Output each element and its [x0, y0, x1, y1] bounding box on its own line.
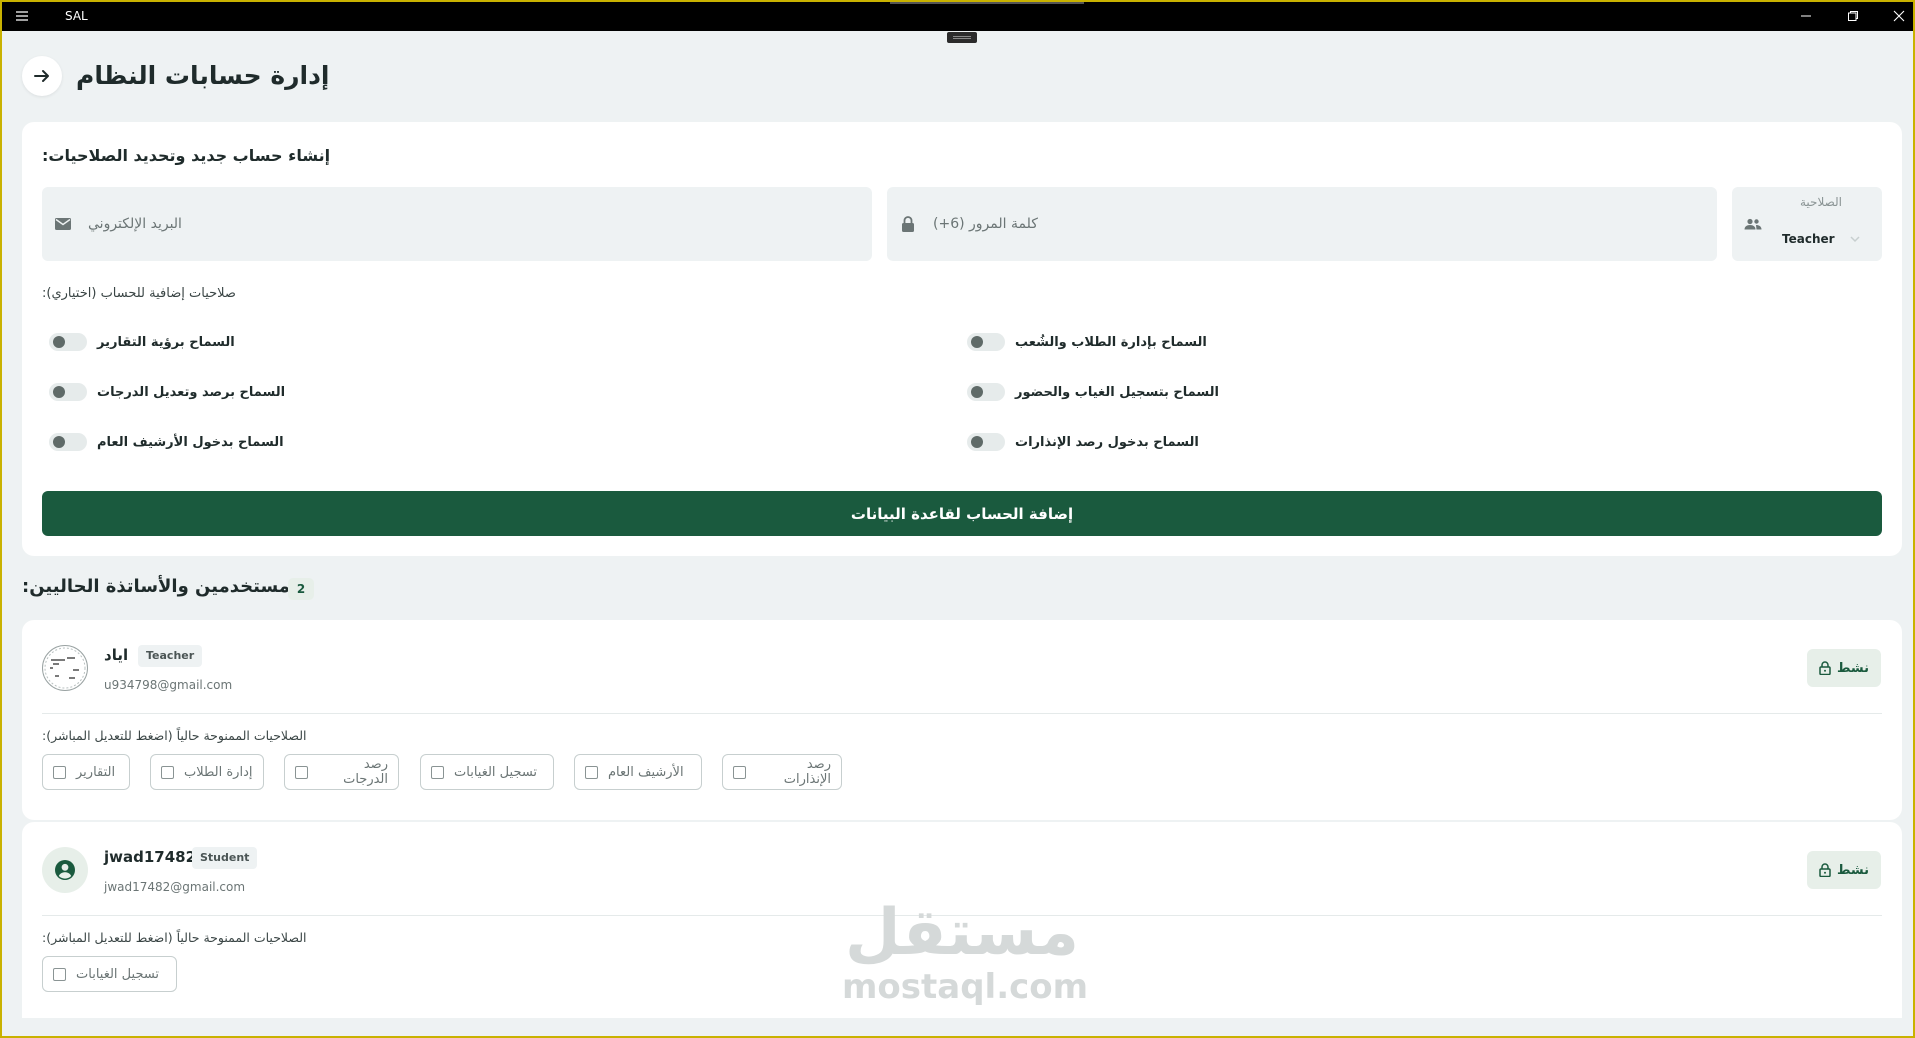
toggle-switch[interactable]	[967, 383, 1005, 401]
toggle-switch[interactable]	[967, 433, 1005, 451]
granted-permissions-title: الصلاحيات الممنوحة حالياً (اضغط للتعديل …	[42, 930, 307, 945]
user-avatar	[42, 645, 88, 691]
toggle-view-reports[interactable]: السماح برؤية التقارير	[49, 331, 235, 353]
role-select[interactable]: الصلاحية Teacher	[1732, 187, 1882, 261]
toggle-switch[interactable]	[49, 333, 87, 351]
titlebar-tab-indicator	[890, 2, 1084, 4]
status-label: نشط	[1836, 660, 1870, 676]
extra-permissions-title: صلاحيات إضافية للحساب (اختياري):	[42, 286, 236, 301]
checkbox[interactable]	[53, 765, 66, 779]
permission-chip-reports[interactable]: التقارير	[42, 754, 130, 790]
role-value: Teacher	[1782, 232, 1835, 246]
restore-button[interactable]	[1844, 7, 1862, 25]
role-label: الصلاحية	[1799, 195, 1842, 209]
checkbox[interactable]	[585, 765, 598, 779]
divider	[42, 713, 1882, 714]
account-circle-icon	[55, 860, 75, 880]
window-title: SAL	[65, 9, 88, 23]
users-section-title: المستخدمين والأساتذة الحاليين:	[22, 576, 304, 597]
chevron-down-icon	[1848, 231, 1862, 245]
granted-permissions-title: الصلاحيات الممنوحة حالياً (اضغط للتعديل …	[42, 728, 307, 743]
drag-handle[interactable]	[947, 32, 977, 43]
toggle-warnings[interactable]: السماح بدخول رصد الإنذارات	[967, 431, 1199, 453]
email-input[interactable]	[86, 187, 852, 261]
minimize-button[interactable]	[1797, 7, 1815, 25]
user-role-badge: Student	[192, 847, 258, 869]
permission-chip-attendance[interactable]: تسجيل الغيابات	[42, 956, 177, 992]
checkbox[interactable]	[295, 765, 308, 779]
lock-icon	[899, 215, 917, 233]
toggle-switch[interactable]	[967, 333, 1005, 351]
permission-chip-attendance[interactable]: تسجيل الغيابات	[420, 754, 554, 790]
page-title: إدارة حسابات النظام	[76, 61, 330, 90]
close-button[interactable]	[1890, 7, 1908, 25]
permission-chip-warnings[interactable]: رصد الإنذارات	[722, 754, 842, 790]
arrow-right-icon	[34, 70, 49, 82]
status-label: نشط	[1836, 862, 1870, 878]
checkbox[interactable]	[161, 765, 174, 779]
title-bar: SAL	[2, 0, 1913, 31]
lock-open-icon	[1819, 863, 1831, 877]
permission-chip-grades[interactable]: رصد الدرجات	[284, 754, 399, 790]
email-field-container	[42, 187, 872, 261]
password-input[interactable]	[931, 187, 1697, 261]
user-email: jwad17482@gmail.com	[104, 880, 246, 894]
user-avatar	[42, 847, 88, 893]
user-status-button[interactable]: نشط	[1807, 649, 1881, 687]
user-email: u934798@gmail.com	[104, 678, 233, 692]
toggle-grades[interactable]: السماح برصد وتعديل الدرجات	[49, 381, 285, 403]
hamburger-menu-icon[interactable]	[14, 8, 30, 24]
checkbox[interactable]	[53, 967, 66, 981]
toggle-switch[interactable]	[49, 383, 87, 401]
create-section-title: إنشاء حساب جديد وتحديد الصلاحيات:	[42, 146, 331, 165]
password-field-container	[887, 187, 1717, 261]
user-card	[22, 822, 1902, 1018]
checkbox[interactable]	[431, 765, 444, 779]
group-icon	[1744, 215, 1762, 233]
app-window: SAL إدارة حسابات النظام إنشاء حساب جديد …	[0, 0, 1915, 1038]
checkbox[interactable]	[733, 765, 746, 779]
add-account-button[interactable]: إضافة الحساب لقاعدة البيانات	[42, 491, 1882, 536]
permission-chip-archive[interactable]: الأرشيف العام	[574, 754, 702, 790]
user-role-badge: Teacher	[138, 645, 203, 667]
user-card	[22, 620, 1902, 820]
permission-chip-students[interactable]: إدارة الطلاب	[150, 754, 264, 790]
mail-icon	[54, 215, 72, 233]
user-status-button[interactable]: نشط	[1807, 851, 1881, 889]
user-name: اياد	[104, 646, 129, 664]
users-count-badge: 2	[288, 578, 314, 600]
toggle-switch[interactable]	[49, 433, 87, 451]
toggle-manage-students[interactable]: السماح بإدارة الطلاب والشُعب	[967, 331, 1207, 353]
divider	[42, 915, 1882, 916]
user-name: jwad17482	[104, 848, 197, 866]
toggle-attendance[interactable]: السماح بتسجيل الغياب والحضور	[967, 381, 1219, 403]
back-button[interactable]	[22, 56, 62, 96]
toggle-archive[interactable]: السماح بدخول الأرشيف العام	[49, 431, 284, 453]
lock-open-icon	[1819, 661, 1831, 675]
